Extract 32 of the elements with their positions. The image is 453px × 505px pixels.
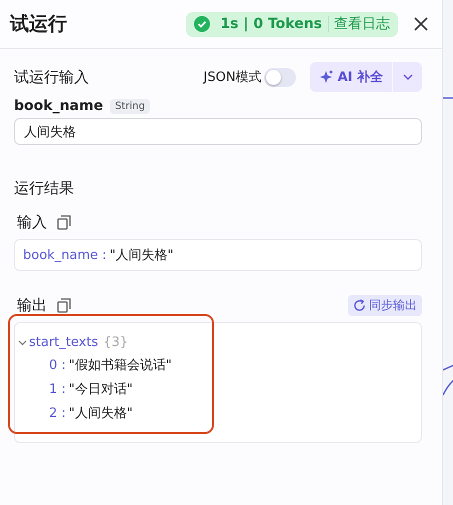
json-mode-toggle[interactable] — [264, 68, 296, 86]
key-text: 1 : — [49, 382, 66, 396]
copy-icon[interactable] — [57, 215, 71, 230]
value-text: "今日对话" — [68, 381, 133, 398]
section-heading: 运行结果 — [14, 179, 75, 198]
key-text: 2 : — [49, 406, 66, 420]
type-tag: String — [110, 98, 150, 114]
count-text: {3} — [103, 334, 128, 350]
panel-title: 试运行 — [10, 12, 68, 37]
check-icon — [194, 16, 210, 32]
view-log-link[interactable]: 查看日志 — [329, 15, 390, 33]
chevron-down-icon[interactable] — [18, 338, 27, 346]
key-text: 0 : — [49, 358, 66, 372]
ai-complete-button[interactable]: AI 补全 — [310, 62, 393, 92]
result-label: 输出 — [17, 296, 47, 315]
close-icon[interactable] — [414, 17, 428, 31]
result-label: 输入 — [17, 213, 47, 232]
sparkle-icon — [318, 70, 333, 84]
value-text: "人间失格" — [68, 405, 133, 422]
copy-icon[interactable] — [57, 298, 71, 313]
json-mode-label: JSON模式 — [204, 69, 262, 86]
input-field[interactable]: 人间失格 — [14, 118, 422, 145]
key-text: book_name : — [23, 248, 107, 262]
value-text: "人间失格" — [110, 247, 174, 264]
refresh-icon — [353, 299, 366, 312]
key-text: start_texts — [29, 334, 98, 350]
field-label: book_name — [14, 98, 104, 114]
section-heading: 试运行输入 — [14, 68, 90, 86]
sync-output-button[interactable]: 同步输出 — [348, 295, 422, 316]
value-text: "假如书籍会说话" — [68, 357, 172, 374]
chevron-down-icon — [402, 74, 412, 80]
run-summary: 1s | 0 Tokens — [220, 16, 329, 32]
